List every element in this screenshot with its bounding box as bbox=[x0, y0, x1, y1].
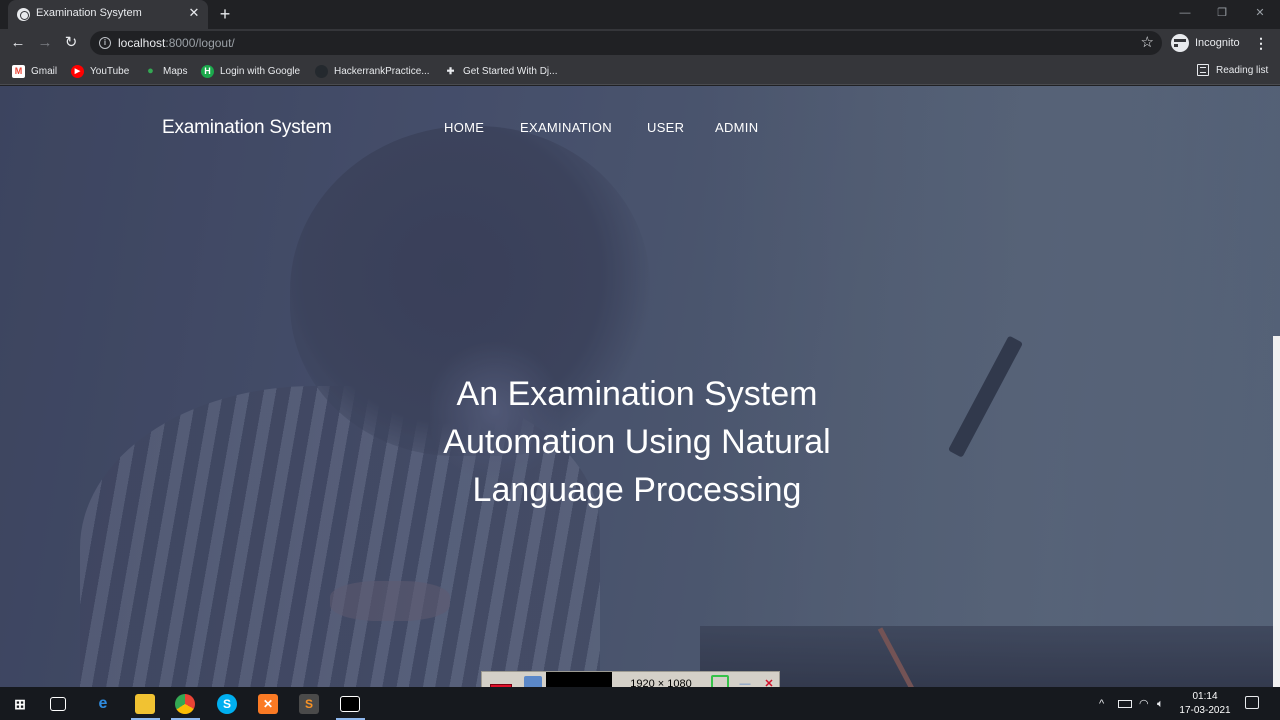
page-scrollbar[interactable] bbox=[1273, 336, 1280, 687]
youtube-icon: ▶ bbox=[71, 64, 84, 78]
nav-user[interactable]: USER bbox=[647, 120, 684, 135]
site-info-icon[interactable]: i bbox=[99, 37, 111, 49]
bookmark-get-started-django[interactable]: ✚ Get Started With Dj... bbox=[444, 64, 558, 78]
bookmark-label: YouTube bbox=[90, 65, 130, 77]
bookmark-label: Maps bbox=[163, 65, 188, 77]
github-icon: ● bbox=[315, 64, 328, 78]
xampp-icon[interactable]: ✕ bbox=[258, 694, 278, 714]
notification-center-icon[interactable] bbox=[1245, 696, 1259, 709]
restore-window-button[interactable]: ❐ bbox=[1215, 6, 1229, 20]
windows-start-icon[interactable]: ⊞ bbox=[10, 694, 30, 714]
hero-title: An Examination System Automation Using N… bbox=[390, 370, 884, 514]
page-viewport: Examination System HOME EXAMINATION USER… bbox=[0, 86, 1280, 687]
incognito-icon bbox=[1171, 34, 1194, 52]
url-host: localhost bbox=[118, 36, 166, 50]
hero-title-line: An Examination System bbox=[456, 375, 818, 413]
browser-toolbar: ← → ↻ i localhost:8000/logout/ ☆ Incogni… bbox=[0, 29, 1280, 57]
nav-examination[interactable]: EXAMINATION bbox=[520, 120, 612, 135]
hero-title-line: Automation Using Natural bbox=[443, 423, 831, 461]
nav-admin[interactable]: ADMIN bbox=[715, 120, 758, 135]
clock-time: 01:14 bbox=[1192, 691, 1218, 702]
tab-examination-system[interactable]: Examination Sysytem ✕ bbox=[8, 0, 208, 29]
bookmark-login-with-google[interactable]: H Login with Google bbox=[201, 64, 300, 78]
skype-icon[interactable]: S bbox=[217, 694, 237, 714]
chrome-icon[interactable] bbox=[175, 694, 195, 714]
address-bar[interactable]: i localhost:8000/logout/ ☆ bbox=[90, 31, 1162, 55]
bookmark-label: Get Started With Dj... bbox=[463, 65, 558, 77]
tab-close-icon[interactable]: ✕ bbox=[188, 6, 200, 20]
clock-date: 17-03-2021 bbox=[1179, 705, 1231, 716]
tab-strip: Examination Sysytem ✕ + — ❐ ✕ bbox=[0, 0, 1280, 29]
site-brand[interactable]: Examination System bbox=[162, 117, 332, 139]
bookmark-label: HackerrankPractice... bbox=[334, 65, 430, 77]
reading-list-button[interactable]: Reading list bbox=[1197, 64, 1268, 76]
gmail-icon: M bbox=[12, 64, 25, 78]
edge-icon[interactable]: e bbox=[93, 694, 113, 714]
forward-button[interactable]: → bbox=[36, 34, 54, 52]
task-view-icon[interactable] bbox=[50, 697, 66, 711]
django-icon: ✚ bbox=[446, 65, 455, 76]
new-tab-button[interactable]: + bbox=[217, 4, 233, 24]
bookmark-star-icon[interactable]: ☆ bbox=[1141, 34, 1154, 52]
windows-taskbar: ⊞ e S ✕ S ^ ◠ 🔈︎ 01:14 17-03-2021 bbox=[0, 687, 1280, 720]
terminal-icon[interactable] bbox=[340, 696, 360, 712]
url-path: :8000/logout/ bbox=[165, 36, 235, 50]
hackerrank-icon: H bbox=[201, 64, 214, 78]
hero-title-line: Language Processing bbox=[472, 471, 802, 509]
back-button[interactable]: ← bbox=[9, 34, 27, 52]
wifi-icon[interactable]: ◠ bbox=[1139, 697, 1149, 711]
globe-icon bbox=[17, 8, 30, 21]
bookmark-gmail[interactable]: M Gmail bbox=[12, 64, 57, 78]
close-window-button[interactable]: ✕ bbox=[1253, 6, 1267, 20]
reading-list-label: Reading list bbox=[1216, 64, 1269, 76]
nav-home[interactable]: HOME bbox=[444, 120, 484, 135]
tray-overflow-icon[interactable]: ^ bbox=[1099, 697, 1104, 711]
bookmark-label: Login with Google bbox=[220, 65, 301, 77]
volume-icon[interactable]: 🔈︎ bbox=[1157, 697, 1164, 711]
bookmark-youtube[interactable]: ▶ YouTube bbox=[71, 64, 129, 78]
maps-icon: ● bbox=[147, 64, 154, 77]
url-text[interactable]: localhost:8000/logout/ bbox=[118, 36, 235, 50]
tab-title: Examination Sysytem bbox=[36, 7, 142, 19]
minimize-window-button[interactable]: — bbox=[1178, 6, 1192, 20]
bookmarks-bar: M Gmail ▶ YouTube ● Maps H Login with Go… bbox=[0, 57, 1280, 85]
bookmark-hackerrank-practice[interactable]: ● HackerrankPractice... bbox=[315, 64, 430, 78]
file-explorer-icon[interactable] bbox=[135, 694, 155, 714]
battery-icon[interactable] bbox=[1118, 700, 1132, 708]
sublime-text-icon[interactable]: S bbox=[299, 694, 319, 714]
incognito-label: Incognito bbox=[1195, 37, 1240, 49]
reload-button[interactable]: ↻ bbox=[62, 34, 80, 52]
bookmark-label: Gmail bbox=[31, 65, 58, 77]
bookmark-maps[interactable]: ● Maps bbox=[144, 64, 187, 78]
browser-menu-icon[interactable]: ⋮ bbox=[1254, 34, 1268, 52]
system-clock[interactable]: 01:14 17-03-2021 bbox=[1176, 690, 1234, 718]
reading-list-icon bbox=[1197, 64, 1209, 76]
